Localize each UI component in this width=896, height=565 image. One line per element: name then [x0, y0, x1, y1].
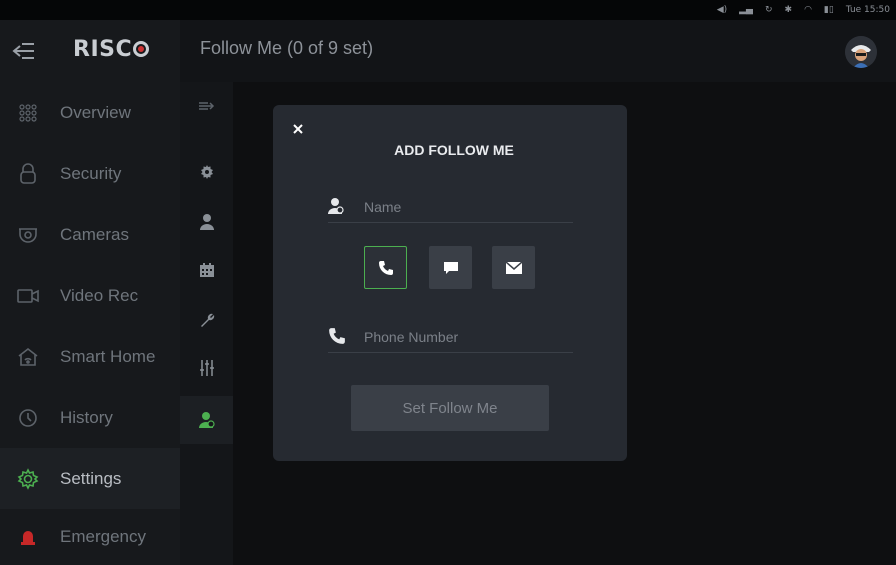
sidebar-item-smart-home[interactable]: Smart Home	[0, 326, 180, 387]
gear-icon	[15, 466, 41, 492]
close-icon[interactable]	[292, 122, 308, 138]
status-time: Tue 15:50	[845, 5, 890, 15]
risco-logo: RISC	[73, 37, 150, 62]
sliders-icon	[199, 360, 214, 376]
camera-icon	[15, 222, 41, 248]
gear-icon	[200, 165, 213, 179]
user-icon	[328, 197, 346, 215]
calendar-icon	[199, 263, 214, 277]
rail-item-settings[interactable]	[180, 148, 233, 196]
add-follow-me-dialog: ADD FOLLOW ME Set Follow Me	[273, 105, 627, 461]
wifi-icon: ◠	[804, 5, 812, 15]
message-icon	[443, 261, 458, 274]
user-avatar[interactable]	[845, 36, 877, 68]
sms-method-button[interactable]	[429, 246, 472, 289]
main-sidebar: Overview Security Cameras Video Rec Smar…	[0, 82, 180, 565]
page-title: Follow Me (0 of 9 set)	[200, 38, 374, 58]
sidebar-item-security[interactable]: Security	[0, 143, 180, 204]
phone-number-input[interactable]	[364, 323, 569, 351]
sidebar-item-cameras[interactable]: Cameras	[0, 204, 180, 265]
call-method-button[interactable]	[364, 246, 407, 289]
sidebar-item-overview[interactable]: Overview	[0, 82, 180, 143]
email-icon	[505, 261, 522, 274]
wrench-icon	[200, 313, 214, 327]
phone-number-field	[328, 323, 573, 353]
sidebar-item-label: Video Rec	[60, 285, 139, 305]
status-bar: ◀) ▂▄ ↻ ✱ ◠ ▮▯ Tue 15:50	[0, 0, 896, 20]
rail-item-expand[interactable]	[180, 82, 233, 130]
smart-home-icon	[15, 344, 41, 370]
sidebar-item-video-rec[interactable]: Video Rec	[0, 265, 180, 326]
back-menu-icon[interactable]	[10, 38, 38, 64]
set-follow-me-button[interactable]: Set Follow Me	[351, 385, 549, 431]
volume-icon: ◀)	[716, 5, 728, 15]
bluetooth-icon: ✱	[784, 5, 793, 15]
sync-icon: ↻	[764, 5, 773, 15]
header-brand-area: RISC	[0, 20, 180, 82]
app-header: RISC Follow Me (0 of 9 set)	[0, 20, 896, 82]
sidebar-item-label: Security	[60, 163, 122, 183]
expand-arrow-icon	[198, 102, 214, 110]
battery-icon: ▮▯	[823, 5, 834, 15]
grid-dots-icon	[15, 100, 41, 126]
sidebar-item-label: Smart Home	[60, 346, 156, 366]
phone-icon	[328, 327, 346, 345]
user-icon	[199, 214, 214, 230]
sidebar-item-label: Cameras	[60, 224, 129, 244]
history-icon	[15, 405, 41, 431]
sidebar-item-label: History	[60, 407, 113, 427]
sidebar-item-label: Emergency	[60, 526, 146, 546]
sidebar-item-emergency[interactable]: Emergency	[0, 506, 180, 565]
sidebar-item-label: Settings	[60, 468, 122, 488]
settings-rail	[180, 82, 233, 565]
video-camera-icon	[15, 283, 41, 309]
follow-me-icon	[198, 412, 215, 428]
name-field	[328, 193, 573, 223]
dialog-title: ADD FOLLOW ME	[394, 142, 514, 158]
name-input[interactable]	[364, 193, 569, 221]
sidebar-item-history[interactable]: History	[0, 387, 180, 448]
lock-icon	[15, 161, 41, 187]
email-method-button[interactable]	[492, 246, 535, 289]
rail-item-sliders[interactable]	[180, 344, 233, 392]
phone-icon	[378, 260, 393, 275]
rail-item-schedule[interactable]	[180, 246, 233, 294]
alarm-icon	[15, 524, 41, 550]
rail-item-tools[interactable]	[180, 296, 233, 344]
signal-icon: ▂▄	[739, 5, 753, 15]
rail-item-follow-me[interactable]	[180, 396, 233, 444]
rail-item-users[interactable]	[180, 198, 233, 246]
sidebar-item-settings[interactable]: Settings	[0, 448, 180, 509]
sidebar-item-label: Overview	[60, 102, 131, 122]
